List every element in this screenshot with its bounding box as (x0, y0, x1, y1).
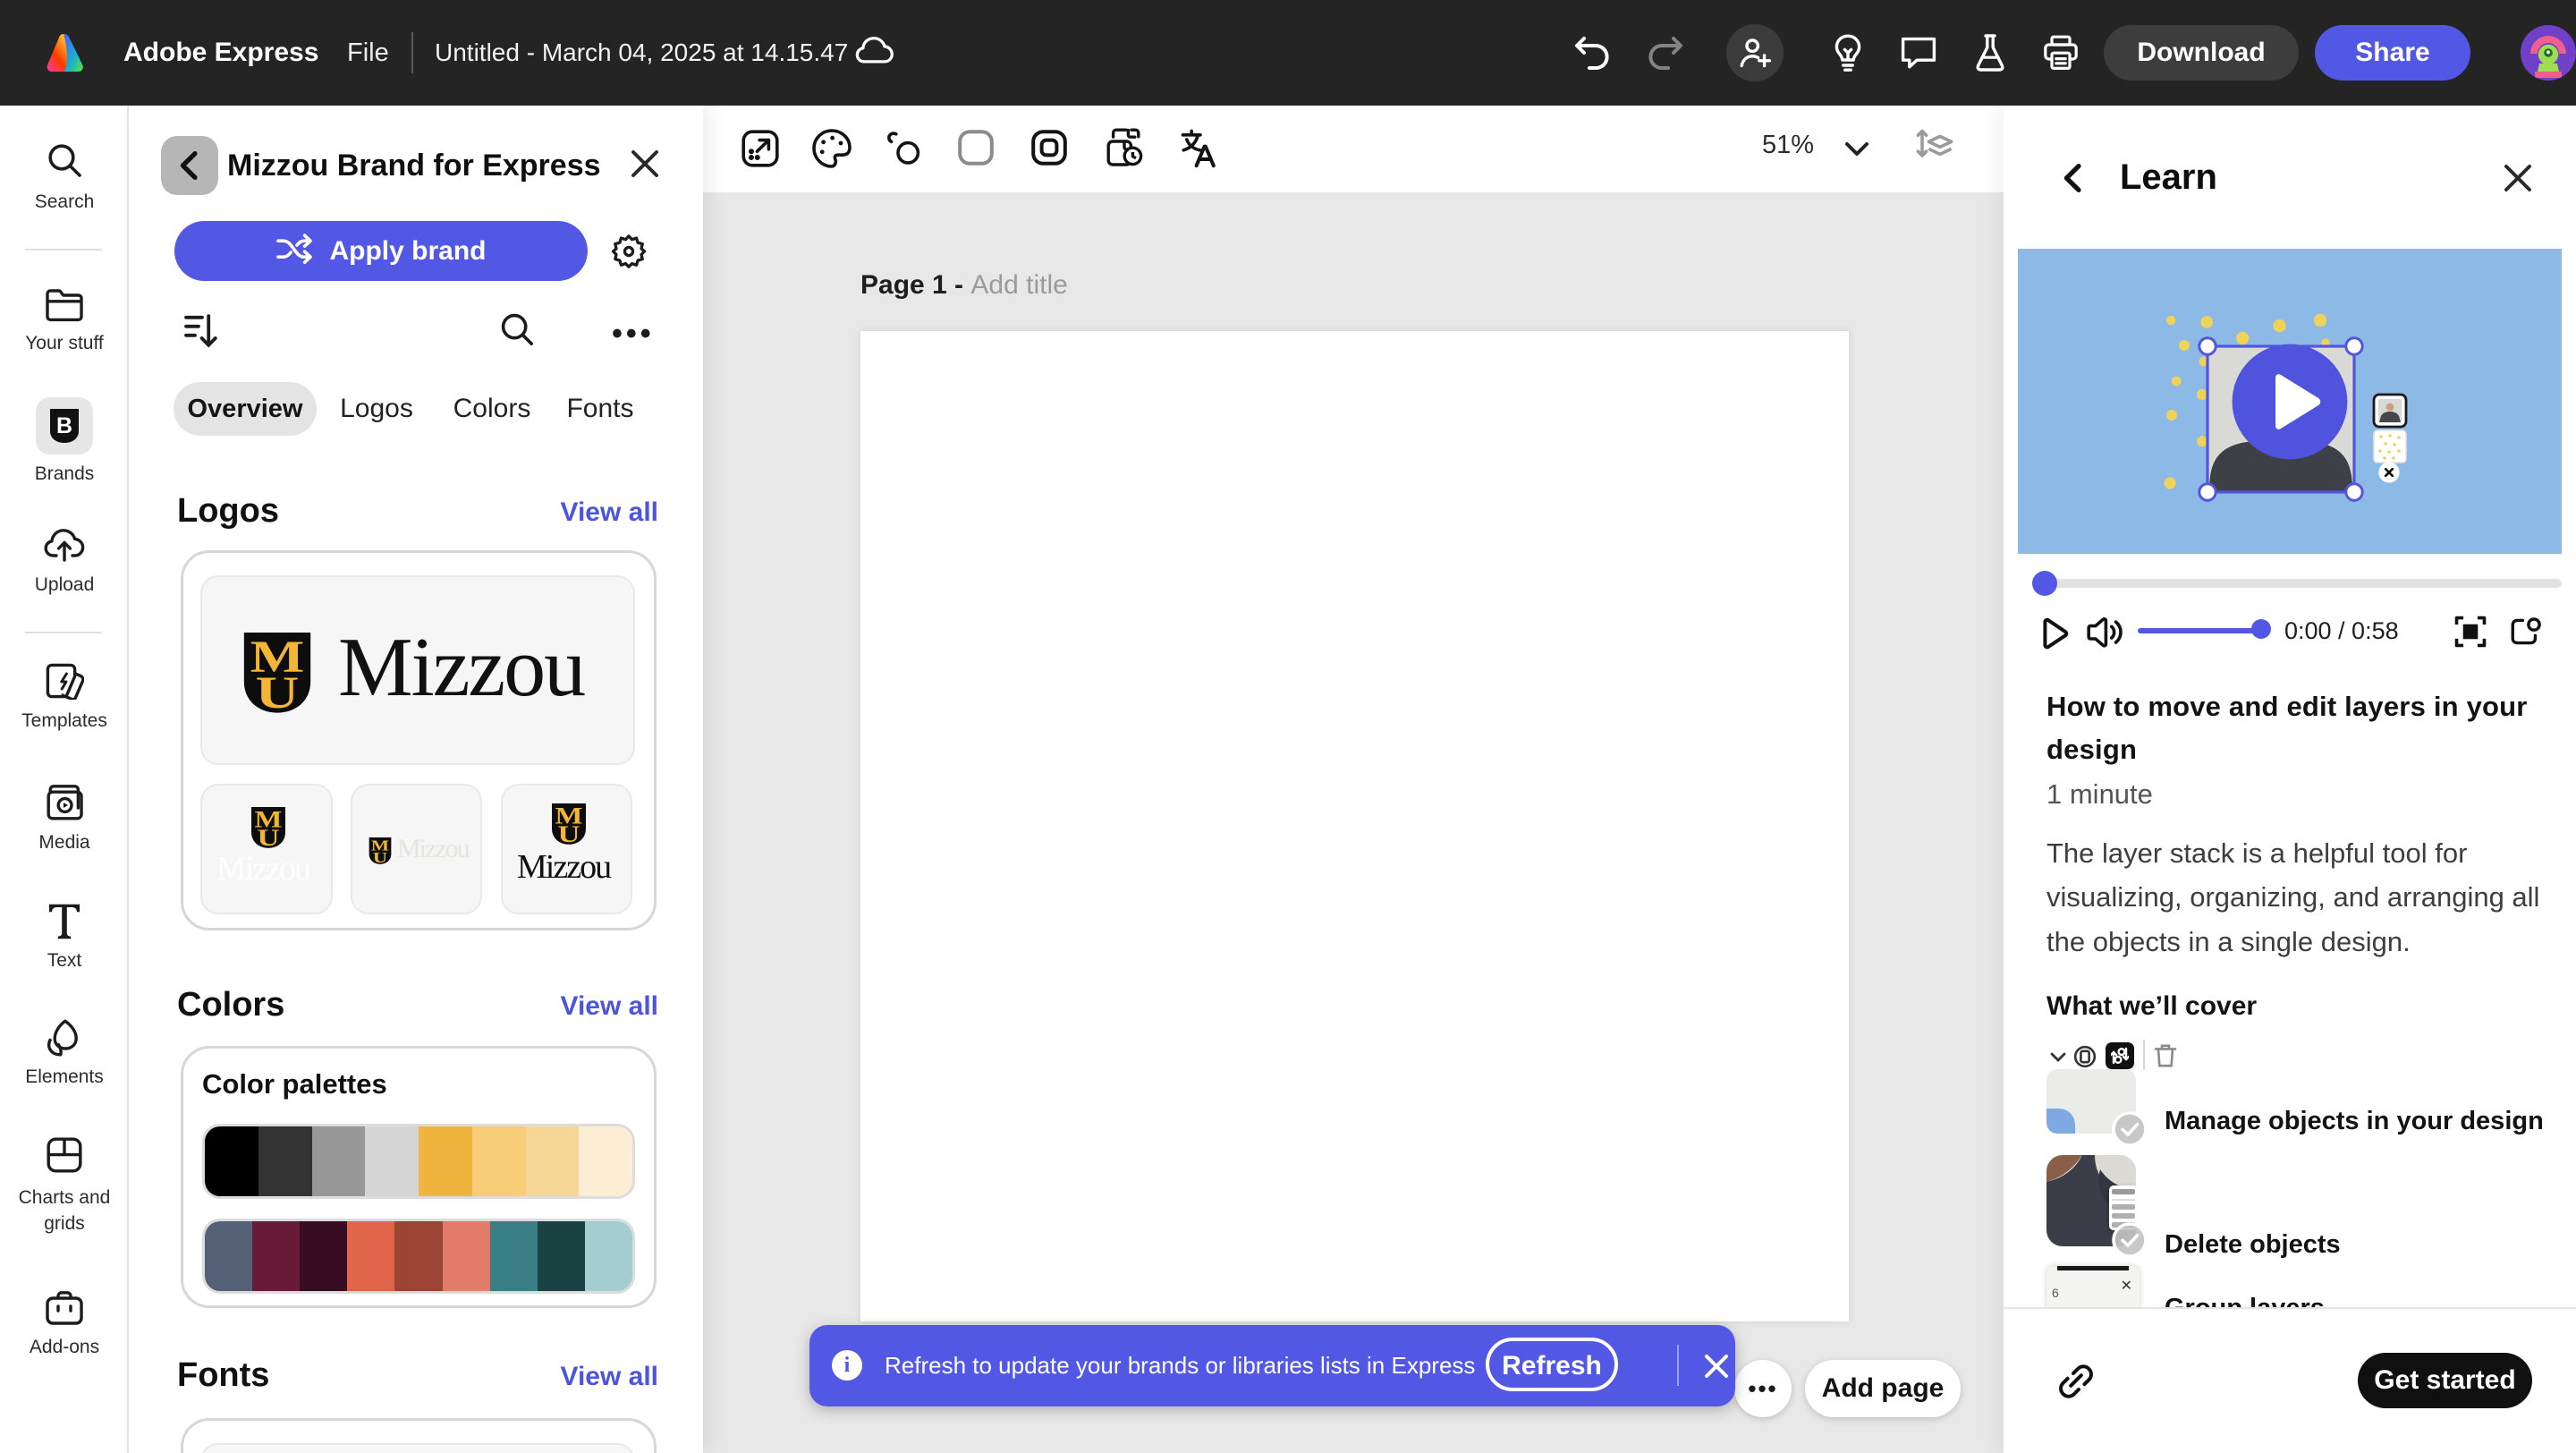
svg-text:U: U (373, 849, 387, 864)
svg-text:B: B (56, 413, 72, 438)
svg-text:U: U (256, 668, 300, 713)
svg-text:U: U (258, 825, 280, 848)
svg-text:U: U (558, 821, 580, 845)
